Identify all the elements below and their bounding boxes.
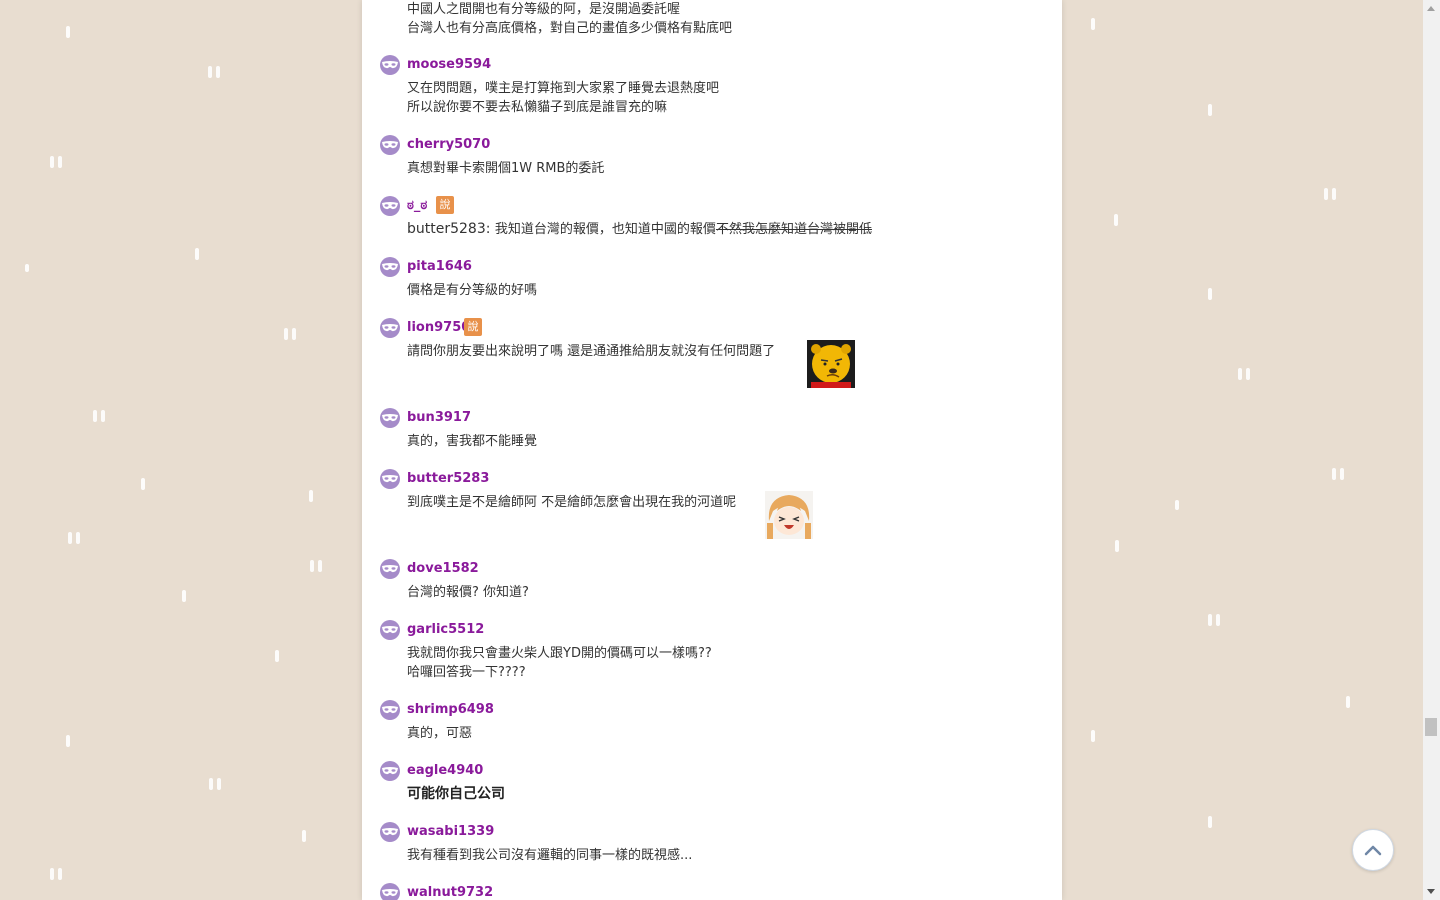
comment-line: 真的，害我都不能睡覺 — [407, 434, 538, 449]
comment-line: 我有種看到我公司沒有邏輯的同事一樣的既視感... — [407, 848, 693, 863]
mask-icon[interactable] — [380, 761, 400, 781]
username-link[interactable]: garlic5512 — [407, 622, 484, 637]
username-link[interactable]: ಠ_ಠ — [407, 198, 427, 213]
username-link[interactable]: butter5283 — [407, 471, 489, 486]
comment-line: 又在閃問題，噗主是打算拖到大家累了睡覺去退熱度吧 — [407, 81, 720, 96]
comment-panel: 中國人之間開也有分等級的阿，是沒開過委託喔 台灣人也有分高底價格，對自己的畫值多… — [362, 0, 1062, 900]
comment-line: 台灣人也有分高底價格，對自己的畫值多少價格有點底吧 — [407, 21, 733, 36]
mask-icon[interactable] — [380, 469, 400, 489]
mask-icon[interactable] — [380, 257, 400, 277]
mask-icon[interactable] — [380, 700, 400, 720]
comment-text: 台灣的報價? 你知道? — [407, 583, 529, 602]
comment-item: dove1582 台灣的報價? 你知道? — [380, 559, 1040, 604]
comment-line: 價格是有分等級的好嗎 — [407, 283, 538, 298]
comment-line: 請問你朋友要出來說明了嗎 還是通通推給朋友就沒有任何問題了 — [407, 344, 776, 359]
comment-text: 可能你自己公司 — [407, 785, 505, 804]
comment-item: ಠ_ಠ 說 butter5283: 我知道台灣的報價，也知道中國的報價不然我怎麼… — [380, 196, 1040, 241]
comment-line: 哈囉回答我一下???? — [407, 665, 526, 680]
comment-text: 價格是有分等級的好嗎 — [407, 281, 537, 300]
mask-icon[interactable] — [380, 883, 400, 900]
comment-text: 我有種看到我公司沒有邏輯的同事一樣的既視感... — [407, 846, 692, 865]
comment-line: 台灣的報價? 你知道? — [407, 585, 529, 600]
comment-item: garlic5512 我就問你我只會畫火柴人跟YD開的價碼可以一樣嗎?? 哈囉回… — [380, 620, 1040, 682]
comment-text: 到底噗主是不是繪師阿 不是繪師怎麼會出現在我的河道呢 — [407, 493, 736, 512]
page-scrollbar[interactable] — [1423, 0, 1440, 900]
comment-item: wasabi1339 我有種看到我公司沒有邏輯的同事一樣的既視感... — [380, 822, 1040, 867]
username-link[interactable]: lion9750 — [407, 320, 470, 335]
username-link[interactable]: wasabi1339 — [407, 824, 494, 839]
mask-icon[interactable] — [380, 135, 400, 155]
comment-item: shrimp6498 真的，可惡 — [380, 700, 1040, 745]
comment-text: 真的，害我都不能睡覺 — [407, 432, 537, 451]
comment-line: 可能你自己公司 — [407, 786, 505, 802]
comment-line: 真想對畢卡索開個1W RMB的委託 — [407, 161, 605, 176]
scrollbar-thumb[interactable] — [1425, 718, 1437, 736]
winnie-pooh-sticker — [807, 340, 855, 388]
comment-item: lion9750 說 請問你朋友要出來說明了嗎 還是通通推給朋友就沒有任何問題了 — [380, 318, 1040, 393]
comment-line: 真的，可惡 — [407, 726, 473, 741]
comment-item: cherry5070 真想對畢卡索開個1W RMB的委託 — [380, 135, 1040, 180]
comment-text: 請問你朋友要出來說明了嗎 還是通通推給朋友就沒有任何問題了 — [407, 342, 775, 361]
mask-icon[interactable] — [380, 408, 400, 428]
mask-icon[interactable] — [380, 620, 400, 640]
comment-text: 中國人之間開也有分等級的阿，是沒開過委託喔 台灣人也有分高底價格，對自己的畫值多… — [407, 0, 732, 38]
chevron-up-icon — [1364, 841, 1382, 860]
username-link[interactable]: eagle4940 — [407, 763, 483, 778]
comment-line: 我知道台灣的報價，也知道中國的報價 — [494, 222, 716, 237]
comment-item: butter5283 到底噗主是不是繪師阿 不是繪師怎麼會出現在我的河道呢 — [380, 469, 1040, 544]
comment-item: bun3917 真的，害我都不能睡覺 — [380, 408, 1040, 453]
mask-icon[interactable] — [380, 318, 400, 338]
username-link[interactable]: dove1582 — [407, 561, 479, 576]
comment-line: 我就問你我只會畫火柴人跟YD開的價碼可以一樣嗎?? — [407, 646, 712, 661]
username-link[interactable]: shrimp6498 — [407, 702, 494, 717]
scroll-up-arrow[interactable] — [1427, 6, 1435, 11]
mask-icon[interactable] — [380, 822, 400, 842]
quote-separator: : — [485, 221, 495, 237]
quoted-username: butter5283 — [407, 221, 486, 237]
scroll-down-arrow[interactable] — [1427, 889, 1435, 894]
mask-icon[interactable] — [380, 196, 400, 216]
comment-item: moose9594 又在閃問題，噗主是打算拖到大家累了睡覺去退熱度吧 所以說你要… — [380, 55, 1040, 117]
comment-item: 中國人之間開也有分等級的阿，是沒開過委託喔 台灣人也有分高底價格，對自己的畫值多… — [380, 0, 1040, 36]
mask-icon[interactable] — [380, 559, 400, 579]
said-badge: 說 — [464, 318, 482, 336]
username-link[interactable]: moose9594 — [407, 57, 491, 72]
mask-icon[interactable] — [380, 55, 400, 75]
comment-text: 真想對畢卡索開個1W RMB的委託 — [407, 159, 604, 178]
said-badge: 說 — [436, 196, 454, 214]
strikethrough-text: 不然我怎麼知道台灣被開低 — [715, 222, 872, 237]
comment-line: 中國人之間開也有分等級的阿，是沒開過委託喔 — [407, 2, 681, 17]
comment-item: eagle4940 可能你自己公司 — [380, 761, 1040, 806]
comment-text: butter5283: 我知道台灣的報價，也知道中國的報價不然我怎麼知道台灣被開… — [407, 220, 872, 239]
comment-text: 又在閃問題，噗主是打算拖到大家累了睡覺去退熱度吧 所以說你要不要去私懶貓子到底是… — [407, 79, 719, 117]
comment-text: 真的，可惡 — [407, 724, 472, 743]
username-link[interactable]: bun3917 — [407, 410, 471, 425]
back-to-top-button[interactable] — [1352, 829, 1394, 871]
comment-item: walnut9732 — [380, 883, 1040, 900]
comment-line: 所以說你要不要去私懶貓子到底是誰冒充的嘛 — [407, 100, 668, 115]
username-link[interactable]: walnut9732 — [407, 885, 493, 900]
anime-girl-sticker — [765, 491, 813, 539]
comment-text: 我就問你我只會畫火柴人跟YD開的價碼可以一樣嗎?? 哈囉回答我一下???? — [407, 644, 712, 682]
comment-item: pita1646 價格是有分等級的好嗎 — [380, 257, 1040, 302]
comment-line: 到底噗主是不是繪師阿 不是繪師怎麼會出現在我的河道呢 — [407, 495, 737, 510]
username-link[interactable]: cherry5070 — [407, 137, 490, 152]
username-link[interactable]: pita1646 — [407, 259, 472, 274]
